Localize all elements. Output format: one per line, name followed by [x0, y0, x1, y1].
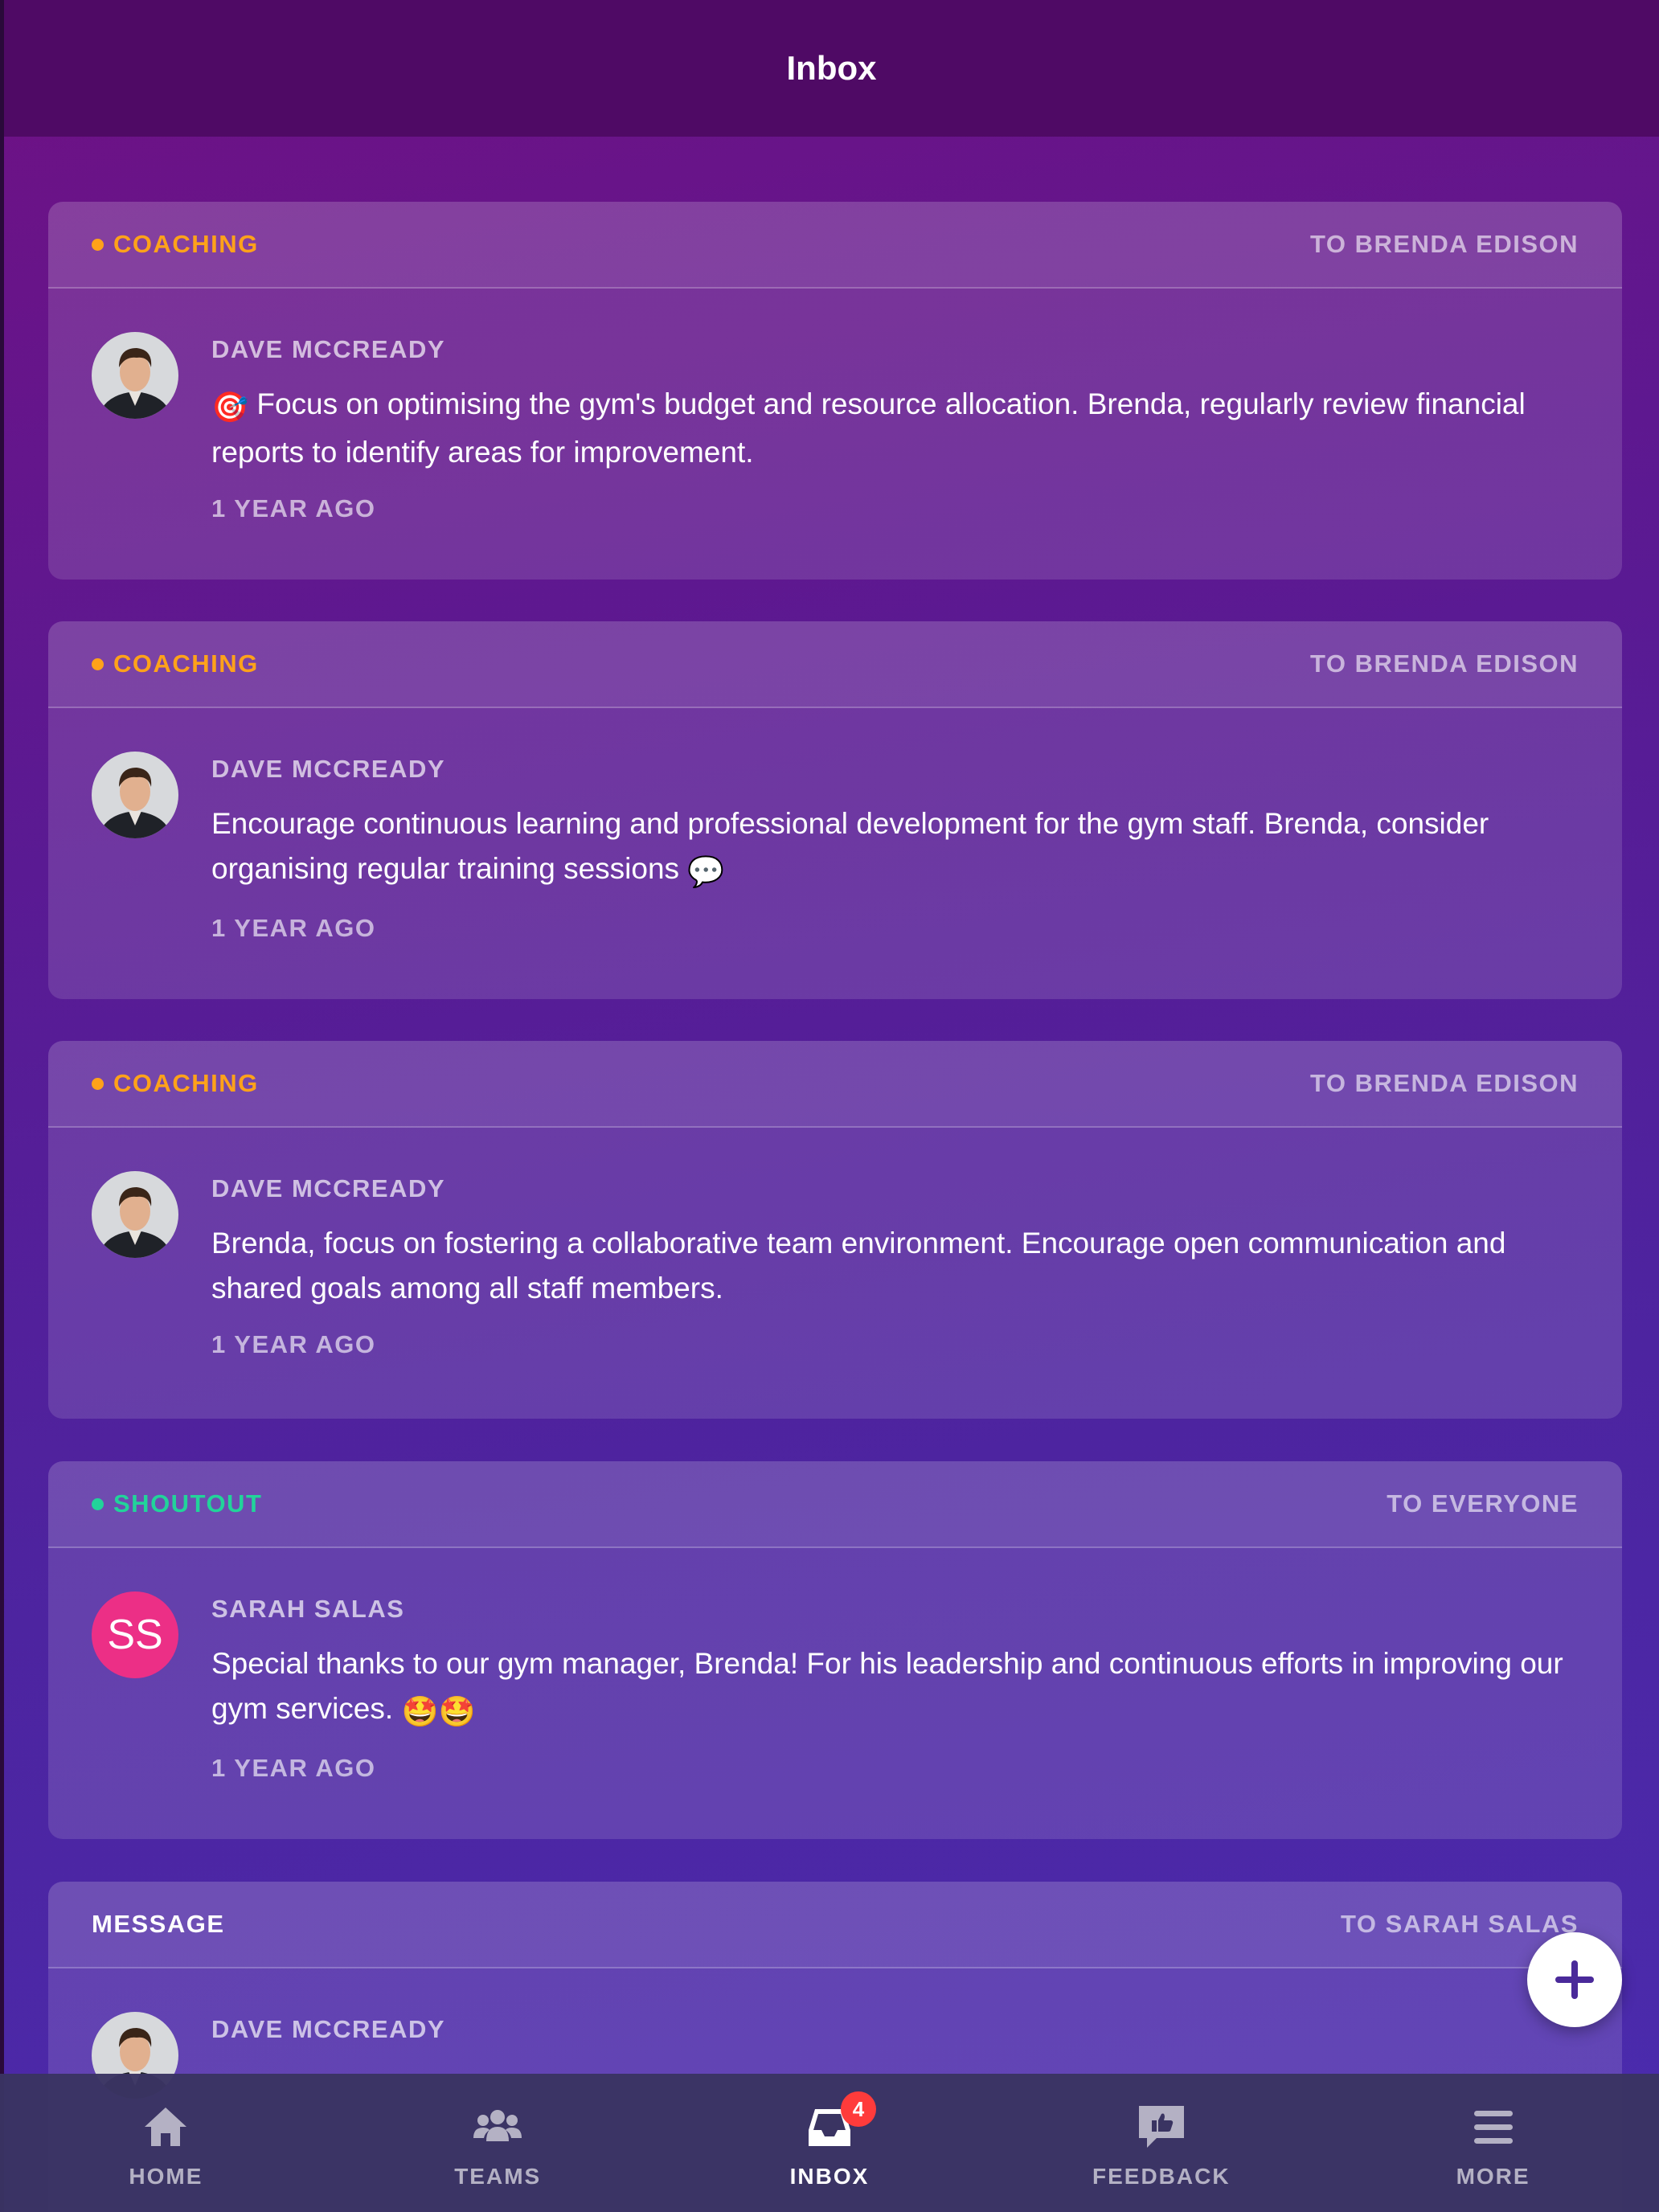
- card-header: MESSAGE TO SARAH SALAS: [48, 1882, 1622, 1968]
- card-header: SHOUTOUT TO EVERYONE: [48, 1461, 1622, 1548]
- avatar[interactable]: [92, 1171, 178, 1258]
- tag-label: SHOUTOUT: [113, 1489, 263, 1518]
- shoutout-tag: SHOUTOUT: [92, 1489, 262, 1518]
- inbox-card[interactable]: COACHING TO BRENDA EDISON DAVE MCCREADY …: [48, 202, 1622, 580]
- bottom-tab-bar: HOME TEAMS 4 INBOX FEEDBACK MORE: [0, 2074, 1659, 2212]
- star-struck-emoji-icon: 🤩🤩: [401, 1695, 476, 1728]
- sender-name: DAVE MCCREADY: [211, 1174, 446, 1202]
- card-header: COACHING TO BRENDA EDISON: [48, 1041, 1622, 1128]
- tab-inbox[interactable]: 4 INBOX: [664, 2074, 996, 2212]
- tab-label: INBOX: [789, 2164, 870, 2189]
- top-bar: Inbox: [4, 0, 1659, 137]
- card-body: SS SARAH SALAS Special thanks to our gym…: [48, 1548, 1622, 1783]
- message-text: Brenda, focus on fostering a collaborati…: [211, 1227, 1506, 1305]
- recipient-label: TO BRENDA EDISON: [1309, 230, 1579, 258]
- feedback-icon: [1138, 2106, 1184, 2148]
- inbox-card[interactable]: COACHING TO BRENDA EDISON DAVE MCCREADY …: [48, 621, 1622, 999]
- sender-name: DAVE MCCREADY: [211, 2015, 446, 2043]
- avatar[interactable]: SS: [92, 1591, 178, 1678]
- recipient-label: TO BRENDA EDISON: [1309, 649, 1579, 678]
- card-header: COACHING TO BRENDA EDISON: [48, 621, 1622, 708]
- tab-teams[interactable]: TEAMS: [332, 2074, 664, 2212]
- card-body: DAVE MCCREADY Brenda, focus on fostering…: [48, 1128, 1622, 1359]
- tag-dot-icon: [92, 657, 104, 670]
- recipient-label: TO SARAH SALAS: [1340, 1910, 1579, 1938]
- inbox-icon-wrap: 4: [804, 2091, 876, 2153]
- tab-feedback[interactable]: FEEDBACK: [995, 2074, 1327, 2212]
- message-body: Focus on optimising the gym's budget and…: [211, 387, 1526, 469]
- sender-name: DAVE MCCREADY: [211, 335, 446, 363]
- avatar[interactable]: [92, 332, 178, 419]
- message-text: 🎯 Focus on optimising the gym's budget a…: [211, 382, 1579, 475]
- tag-dot-icon: [92, 1497, 104, 1510]
- recipient-label: TO EVERYONE: [1387, 1489, 1579, 1518]
- sender-name: DAVE MCCREADY: [211, 755, 446, 783]
- speech-bubble-emoji-icon: 💬: [687, 855, 725, 888]
- timestamp: 1 YEAR AGO: [211, 914, 376, 942]
- card-body: DAVE MCCREADY 🎯 Focus on optimising the …: [48, 289, 1622, 523]
- tag-dot-icon: [92, 238, 104, 251]
- card-body: DAVE MCCREADY: [48, 1968, 1622, 2099]
- unread-badge: 4: [840, 2091, 876, 2127]
- menu-icon: [1473, 2111, 1513, 2144]
- recipient-label: TO BRENDA EDISON: [1309, 1069, 1579, 1097]
- tab-label: TEAMS: [454, 2164, 542, 2189]
- teams-icon: [473, 2110, 522, 2141]
- avatar[interactable]: [92, 752, 178, 838]
- compose-button[interactable]: [1527, 1932, 1622, 2027]
- message-text: Special thanks to our gym manager, Brend…: [211, 1641, 1579, 1735]
- timestamp: 1 YEAR AGO: [211, 1754, 376, 1782]
- card-header: COACHING TO BRENDA EDISON: [48, 202, 1622, 289]
- message-text: Encourage continuous learning and profes…: [211, 801, 1579, 895]
- target-emoji-icon: 🎯: [211, 391, 249, 424]
- plus-icon: [1555, 1960, 1594, 1999]
- home-icon: [145, 2108, 187, 2146]
- inbox-card[interactable]: SHOUTOUT TO EVERYONE SS SARAH SALAS Spec…: [48, 1461, 1622, 1839]
- coaching-tag: COACHING: [92, 1069, 259, 1098]
- coaching-tag: COACHING: [92, 649, 259, 678]
- timestamp: 1 YEAR AGO: [211, 494, 376, 522]
- page-title: Inbox: [786, 49, 877, 87]
- inbox-card[interactable]: COACHING TO BRENDA EDISON DAVE MCCREADY …: [48, 1041, 1622, 1419]
- window-edge: [0, 0, 4, 2212]
- timestamp: 1 YEAR AGO: [211, 1330, 376, 1358]
- tab-label: FEEDBACK: [1092, 2164, 1231, 2189]
- tag-label: COACHING: [113, 1069, 259, 1097]
- tag-label: COACHING: [113, 230, 259, 258]
- tab-label: HOME: [129, 2164, 203, 2189]
- message-tag: MESSAGE: [92, 1910, 225, 1938]
- tag-label: COACHING: [113, 649, 259, 678]
- tab-more[interactable]: MORE: [1327, 2074, 1659, 2212]
- message-body: Encourage continuous learning and profes…: [211, 807, 1489, 885]
- sender-name: SARAH SALAS: [211, 1595, 405, 1623]
- tab-label: MORE: [1456, 2164, 1530, 2189]
- tag-dot-icon: [92, 1077, 104, 1090]
- card-body: DAVE MCCREADY Encourage continuous learn…: [48, 708, 1622, 943]
- tab-home[interactable]: HOME: [0, 2074, 332, 2212]
- coaching-tag: COACHING: [92, 230, 259, 259]
